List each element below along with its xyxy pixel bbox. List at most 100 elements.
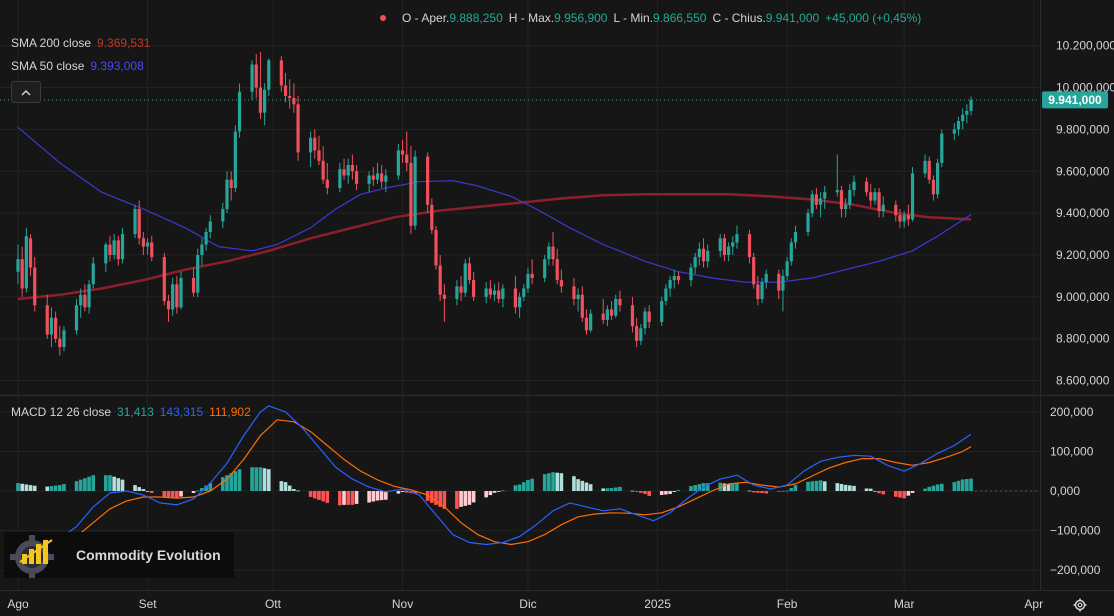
macd-histogram-bar xyxy=(492,491,497,493)
macd-histogram-bar xyxy=(350,491,355,505)
macd-histogram-bar xyxy=(170,491,175,498)
macd-histogram-bar xyxy=(822,481,827,492)
candle xyxy=(576,288,580,312)
candle xyxy=(162,252,166,306)
candle-body xyxy=(689,267,693,281)
candle xyxy=(426,152,430,214)
candle xyxy=(354,165,359,191)
candle xyxy=(844,198,848,218)
macd-histogram-bar xyxy=(58,485,62,492)
candle-body xyxy=(781,275,785,291)
candle xyxy=(283,72,288,103)
candle-body xyxy=(513,288,518,308)
macd-histogram-bar xyxy=(496,491,501,492)
candle-body xyxy=(463,263,467,293)
candle xyxy=(28,234,33,276)
macd-histogram-bar xyxy=(584,482,589,492)
macd-histogram-bar xyxy=(45,486,50,492)
candle xyxy=(413,150,417,230)
macd-legend[interactable]: MACD 12 26 close 31,413 143,315 111,902 xyxy=(11,405,251,419)
candle xyxy=(572,278,576,306)
macd-histogram-bar xyxy=(116,478,121,492)
candle-body xyxy=(551,246,555,260)
candle-body xyxy=(839,190,844,209)
candle xyxy=(764,269,768,289)
macd-histogram-bar xyxy=(221,477,225,492)
candle xyxy=(881,196,885,218)
candle-body xyxy=(898,215,902,222)
candle xyxy=(601,298,605,325)
high-value: 9.956,900 xyxy=(554,11,608,25)
gear-icon xyxy=(1073,598,1087,612)
candle-body xyxy=(396,150,400,176)
candle-body xyxy=(375,173,380,180)
macd-histogram-bar xyxy=(781,490,785,492)
macd-histogram-bar xyxy=(191,491,196,493)
candle xyxy=(589,309,593,333)
candle xyxy=(145,238,150,255)
candle xyxy=(371,167,375,186)
macd-histogram-bar xyxy=(517,484,522,492)
candle xyxy=(609,301,614,320)
candle-body xyxy=(731,242,735,247)
macd-histogram-bar xyxy=(551,472,555,492)
candle xyxy=(793,225,798,249)
candle xyxy=(931,175,936,201)
candle xyxy=(873,188,877,205)
candle-body xyxy=(413,156,417,226)
candle-body xyxy=(810,194,814,214)
macd-histogram-bar xyxy=(793,485,798,492)
candle xyxy=(62,326,66,352)
open-value: 9.888,250 xyxy=(449,11,503,25)
macd-histogram-bar xyxy=(839,483,844,492)
candle xyxy=(551,231,555,266)
candle xyxy=(54,311,58,343)
macd-histogram-bar xyxy=(747,490,752,492)
candle-body xyxy=(572,286,576,299)
macd-histogram-bar xyxy=(730,483,735,492)
candle-body xyxy=(313,137,317,151)
candle xyxy=(530,259,534,285)
candle-body xyxy=(785,261,789,276)
candle xyxy=(910,167,915,222)
candle xyxy=(559,269,563,293)
candle xyxy=(141,231,145,255)
candle xyxy=(965,104,969,124)
macd-histogram-bar xyxy=(555,472,560,492)
candle-body xyxy=(927,160,931,180)
macd-histogram-bar xyxy=(634,491,639,492)
macd-histogram-bar xyxy=(141,489,146,492)
candle xyxy=(789,238,793,266)
chart-canvas[interactable]: 10.200,00010.000,0009.800,0009.600,0009.… xyxy=(0,0,1114,616)
macd-histogram-bar xyxy=(321,491,325,502)
macd-histogram-bar xyxy=(254,467,259,492)
low-key: L - Min. xyxy=(613,11,653,25)
candle-body xyxy=(601,313,605,320)
candle-body xyxy=(940,133,944,163)
candle-body xyxy=(112,240,116,255)
candle-body xyxy=(380,173,384,182)
candle xyxy=(689,263,693,287)
time-axis-tick-label: Nov xyxy=(392,597,413,611)
candle xyxy=(969,96,973,116)
candle xyxy=(781,269,785,312)
candle-body xyxy=(384,175,388,182)
macd-histogram-bar xyxy=(735,483,739,492)
collapse-legend-button[interactable] xyxy=(11,81,41,103)
candle-body xyxy=(522,288,526,297)
macd-histogram-bar xyxy=(513,485,518,492)
macd-histogram-bar xyxy=(664,491,668,495)
chart-settings-button[interactable] xyxy=(1071,596,1089,614)
indicator-legend[interactable]: SMA 200 close 9.369,531 SMA 50 close 9.393… xyxy=(11,36,251,419)
macd-histogram-bar xyxy=(605,488,610,492)
candle-body xyxy=(764,273,768,283)
sma50-legend[interactable]: SMA 50 close 9.393,008 xyxy=(11,59,144,73)
sma200-legend[interactable]: SMA 200 close 9.369,531 xyxy=(11,36,151,50)
macd-histogram-bar xyxy=(902,491,906,499)
candle-body xyxy=(931,179,936,195)
candle xyxy=(668,275,672,297)
candle xyxy=(338,162,342,193)
macd-histogram-bar xyxy=(776,491,781,492)
candle xyxy=(442,284,446,322)
candle-body xyxy=(179,278,183,308)
